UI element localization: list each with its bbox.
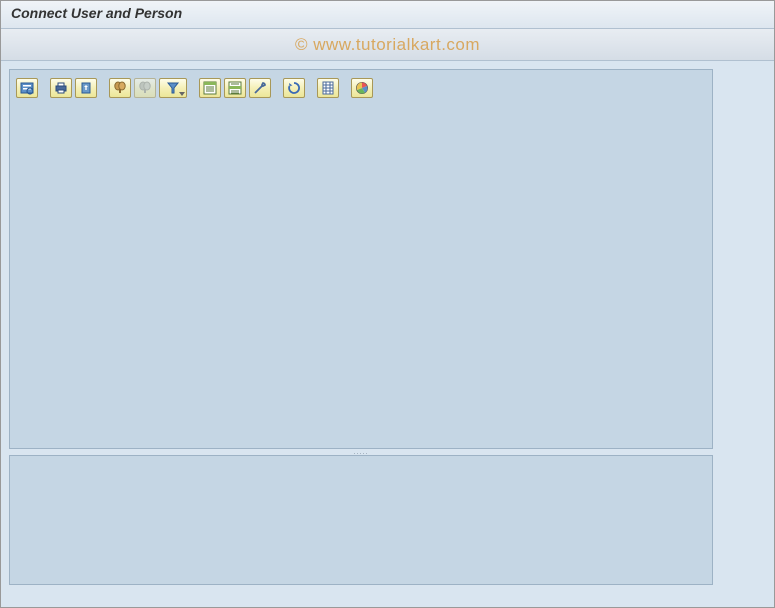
sum-button[interactable] (199, 78, 221, 98)
sub-toolbar: © www.tutorialkart.com (1, 29, 774, 61)
layout-settings-button[interactable] (249, 78, 271, 98)
find-next-button (134, 78, 156, 98)
content-wrapper: ..... (1, 61, 721, 593)
bottom-panel (9, 455, 713, 585)
find-next-icon (138, 81, 152, 95)
find-icon (113, 81, 127, 95)
print-button[interactable] (50, 78, 72, 98)
excel-button[interactable] (317, 78, 339, 98)
wrench-icon (253, 81, 267, 95)
watermark-text: © www.tutorialkart.com (295, 35, 480, 55)
export-icon (79, 81, 93, 95)
dropdown-arrow-icon (179, 92, 185, 96)
details-button[interactable] (16, 78, 38, 98)
alv-toolbar (16, 76, 706, 100)
subtotal-icon (228, 81, 242, 95)
refresh-icon (287, 81, 301, 95)
chart-icon (355, 81, 369, 95)
print-icon (54, 81, 68, 95)
page-title: Connect User and Person (11, 5, 182, 21)
splitter-handle-icon: ..... (354, 449, 369, 456)
export-button[interactable] (75, 78, 97, 98)
details-icon (20, 81, 34, 95)
filter-button[interactable] (159, 78, 187, 98)
refresh-button[interactable] (283, 78, 305, 98)
filter-icon (166, 81, 180, 95)
title-bar: Connect User and Person (1, 1, 774, 29)
find-button[interactable] (109, 78, 131, 98)
graphic-button[interactable] (351, 78, 373, 98)
main-panel (9, 69, 713, 449)
subtotal-button[interactable] (224, 78, 246, 98)
spreadsheet-icon (321, 81, 335, 95)
sum-icon (203, 81, 217, 95)
